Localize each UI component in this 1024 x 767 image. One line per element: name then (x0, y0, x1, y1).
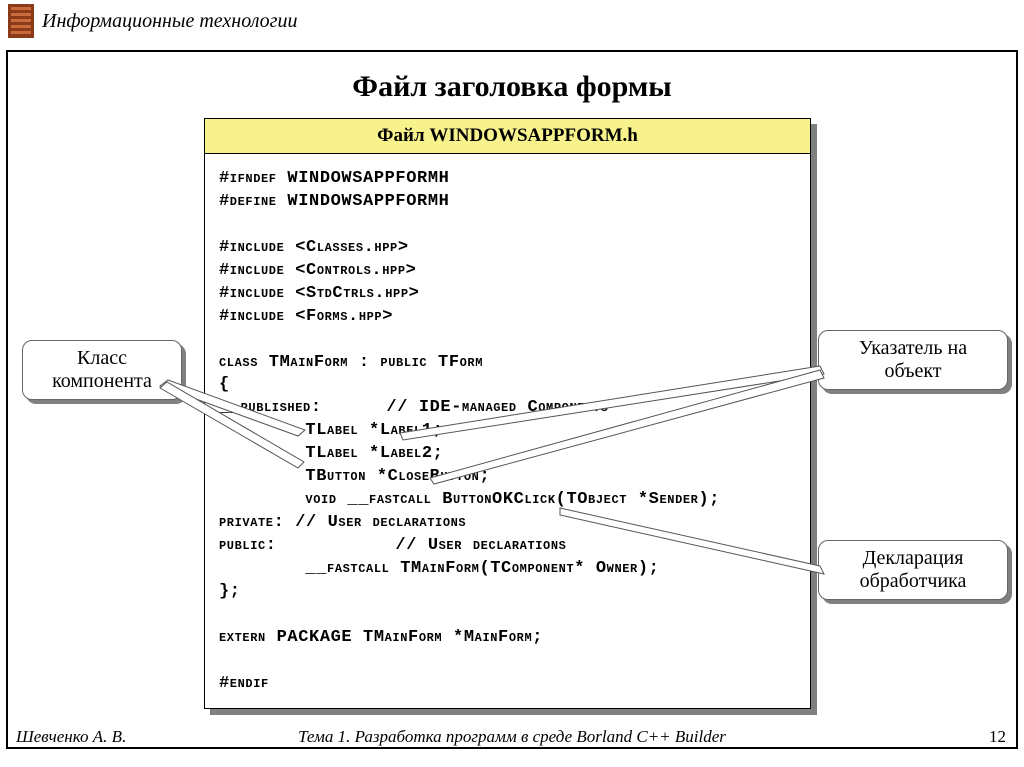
footer-topic: Тема 1. Разработка программ в среде Borl… (0, 727, 1024, 747)
slide-title: Файл заголовка формы (0, 70, 1024, 104)
footer: Шевченко А. В. Тема 1. Разработка програ… (0, 727, 1024, 747)
callout-text: Указатель на объект (859, 337, 967, 382)
code-panel: Файл WINDOWSAPPFORM.h #ifndef WINDOWSAPP… (204, 118, 811, 709)
university-crest-icon (8, 4, 34, 38)
footer-author: Шевченко А. В. (16, 727, 126, 747)
callout-text: Декларация обработчика (860, 547, 967, 592)
course-title: Информационные технологии (42, 10, 297, 33)
callout-class-component: Класс компонента (22, 340, 182, 400)
callout-handler-declaration: Декларация обработчика (818, 540, 1008, 600)
header: Информационные технологии (8, 4, 297, 38)
callout-pointer-object: Указатель на объект (818, 330, 1008, 390)
code-panel-title: Файл WINDOWSAPPFORM.h (205, 119, 810, 154)
footer-page: 12 (989, 727, 1006, 747)
code-body: #ifndef WINDOWSAPPFORMH #define WINDOWSA… (205, 154, 810, 708)
callout-text: Класс компонента (52, 347, 152, 392)
